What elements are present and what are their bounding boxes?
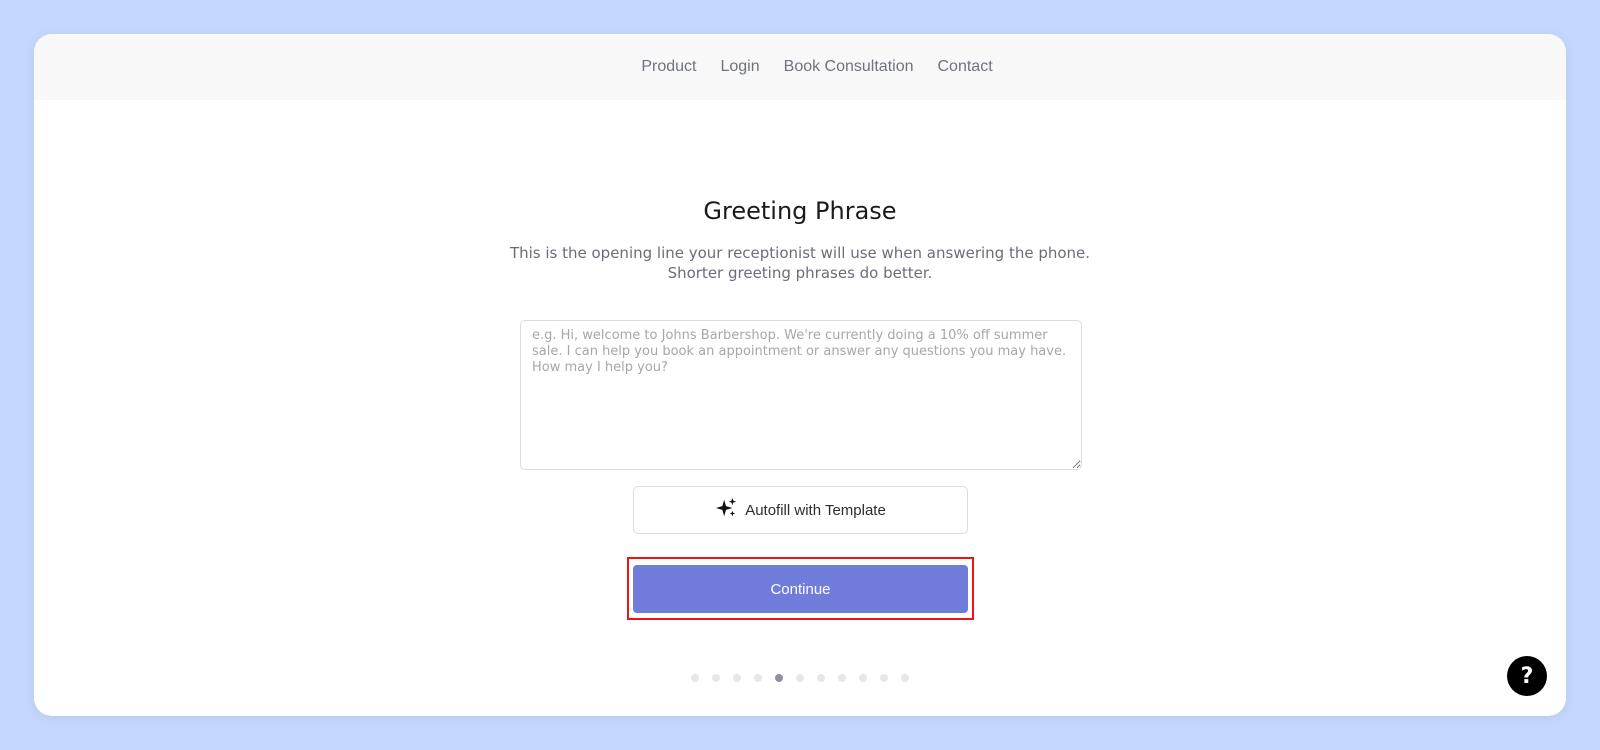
- subtitle-line-2: Shorter greeting phrases do better.: [667, 264, 933, 282]
- step-indicator: [34, 674, 1566, 682]
- step-dot[interactable]: [817, 674, 825, 682]
- step-dot[interactable]: [754, 674, 762, 682]
- step-dot[interactable]: [880, 674, 888, 682]
- greeting-phrase-input[interactable]: [520, 320, 1082, 470]
- step-dot[interactable]: [775, 674, 783, 682]
- step-dot[interactable]: [691, 674, 699, 682]
- nav-link-book-consultation[interactable]: Book Consultation: [784, 58, 914, 76]
- step-dot[interactable]: [796, 674, 804, 682]
- top-nav: Product Login Book Consultation Contact: [34, 34, 1566, 100]
- help-button[interactable]: ?: [1507, 656, 1547, 696]
- nav-link-product[interactable]: Product: [641, 58, 696, 76]
- sparkles-icon: [715, 497, 737, 523]
- subtitle-line-1: This is the opening line your receptioni…: [509, 244, 1091, 262]
- autofill-button-label: Autofill with Template: [745, 501, 886, 519]
- step-dot[interactable]: [901, 674, 909, 682]
- continue-button[interactable]: Continue: [633, 565, 968, 613]
- step-dot[interactable]: [859, 674, 867, 682]
- step-dot[interactable]: [712, 674, 720, 682]
- page-subtitle: This is the opening line your receptioni…: [34, 243, 1566, 283]
- nav-link-contact[interactable]: Contact: [938, 58, 993, 76]
- autofill-template-button[interactable]: Autofill with Template: [633, 486, 968, 534]
- step-dot[interactable]: [838, 674, 846, 682]
- step-dot[interactable]: [733, 674, 741, 682]
- onboarding-card: Product Login Book Consultation Contact …: [34, 34, 1566, 716]
- page-title: Greeting Phrase: [703, 197, 897, 225]
- nav-link-login[interactable]: Login: [720, 58, 759, 76]
